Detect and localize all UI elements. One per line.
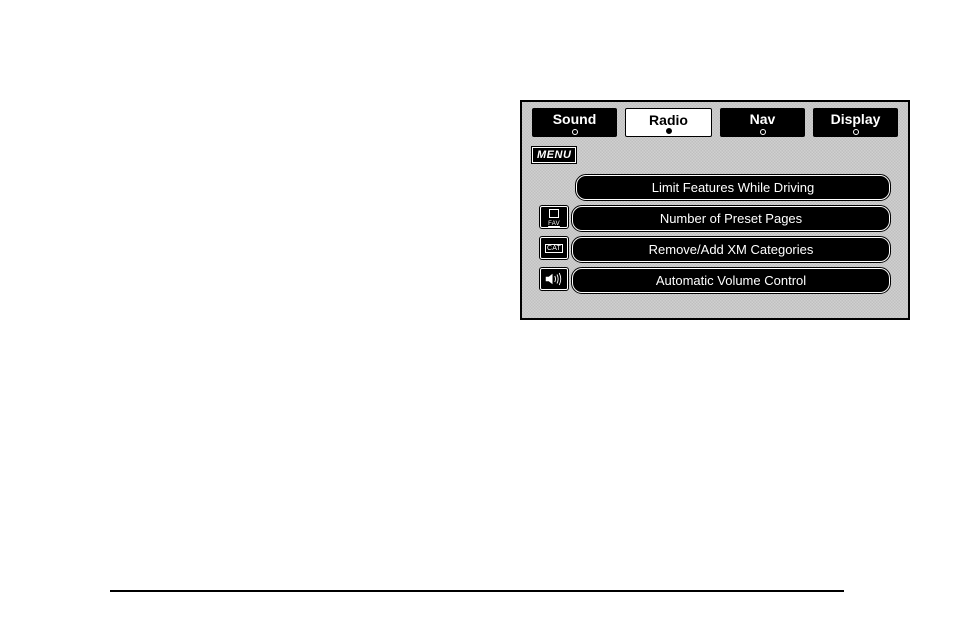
option-row-xm-categories: CAT Remove/Add XM Categories: [540, 237, 890, 262]
menu-badge: MENU: [532, 147, 576, 163]
option-row-auto-volume: Automatic Volume Control: [540, 268, 890, 293]
limit-features-button[interactable]: Limit Features While Driving: [576, 175, 890, 200]
tab-nav[interactable]: Nav: [720, 108, 805, 137]
footer-divider: [110, 590, 844, 592]
tab-indicator-icon: [666, 128, 672, 134]
preset-pages-button[interactable]: Number of Preset Pages: [572, 206, 890, 231]
option-icon-spacer: [540, 175, 572, 200]
speaker-icon: [540, 268, 568, 290]
tab-label: Display: [831, 111, 881, 127]
tab-label: Radio: [649, 112, 688, 128]
tab-label: Sound: [553, 111, 597, 127]
tab-indicator-icon: [853, 129, 859, 135]
xm-categories-button[interactable]: Remove/Add XM Categories: [572, 237, 890, 262]
option-row-limit-features: Limit Features While Driving: [540, 175, 890, 200]
tab-label: Nav: [750, 111, 776, 127]
radio-menu-screen: Sound Radio Nav Display MENU Limit Featu…: [520, 100, 910, 320]
tab-radio[interactable]: Radio: [625, 108, 712, 137]
tab-display[interactable]: Display: [813, 108, 898, 137]
tab-sound[interactable]: Sound: [532, 108, 617, 137]
tab-indicator-icon: [572, 129, 578, 135]
cat-icon: CAT: [540, 237, 568, 259]
tab-row: Sound Radio Nav Display: [528, 108, 902, 137]
auto-volume-button[interactable]: Automatic Volume Control: [572, 268, 890, 293]
option-row-preset-pages: FAV Number of Preset Pages: [540, 206, 890, 231]
fav-icon: FAV: [540, 206, 568, 228]
tab-indicator-icon: [760, 129, 766, 135]
